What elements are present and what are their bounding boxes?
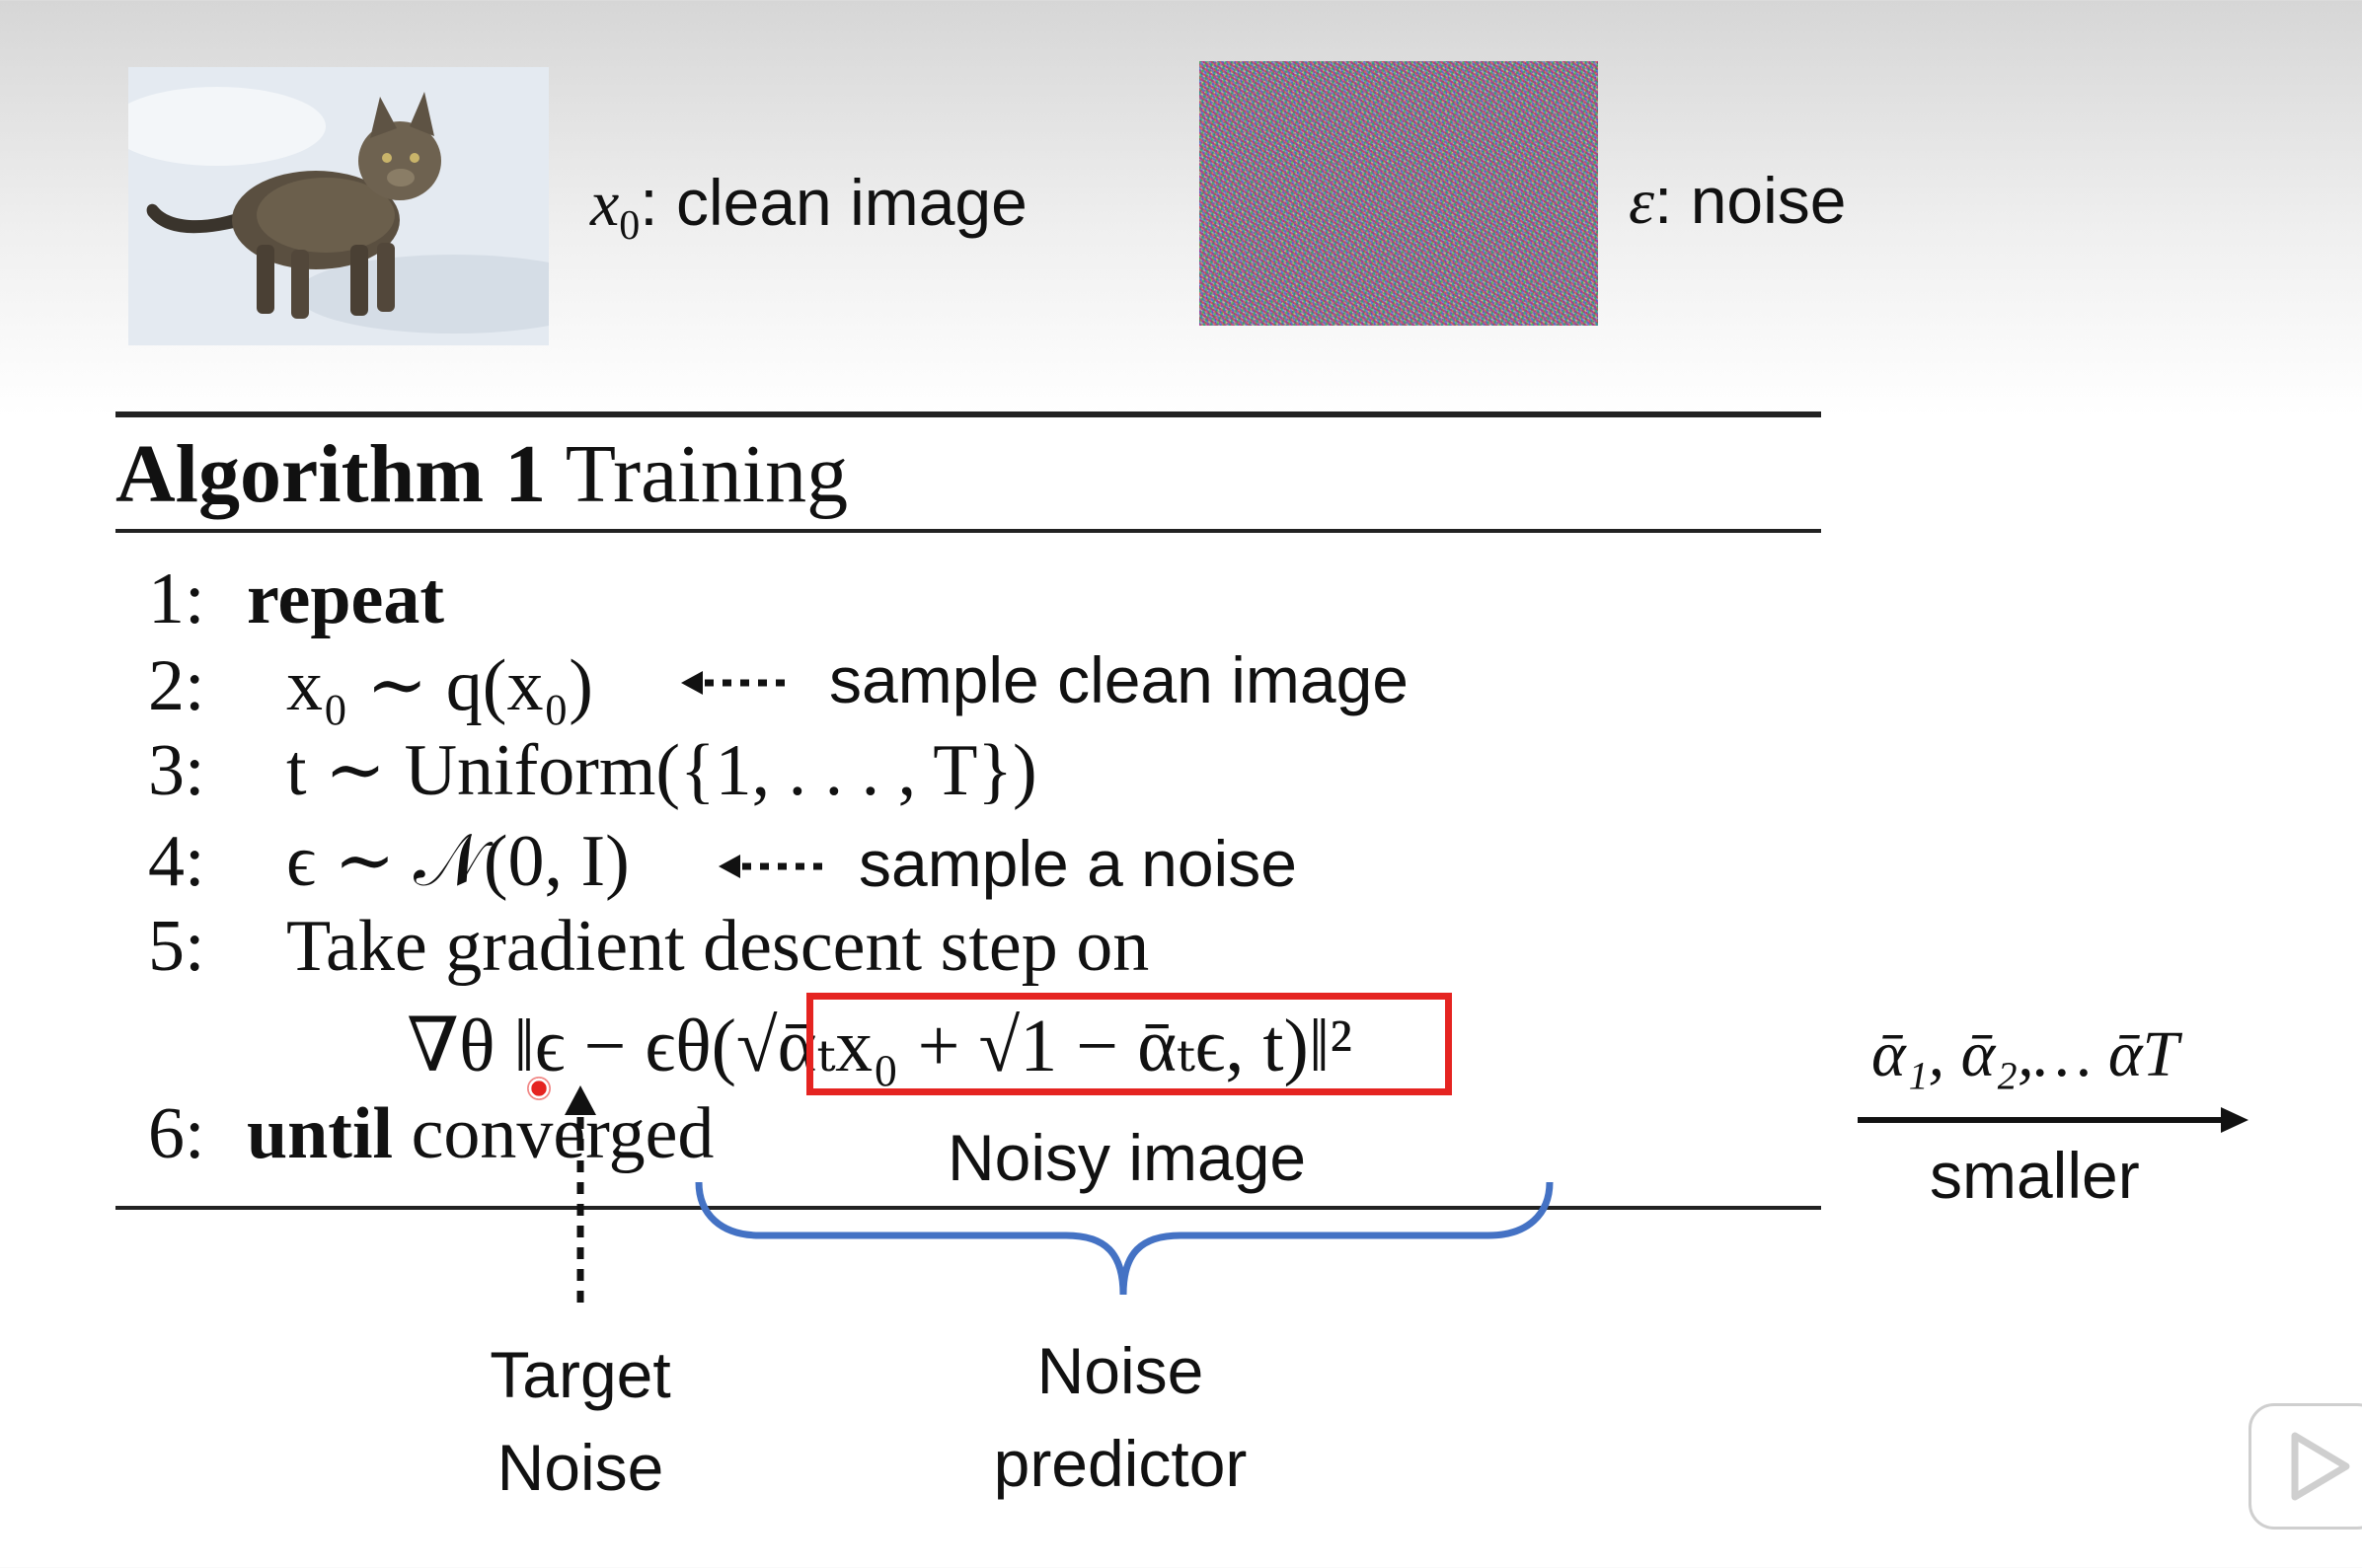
line-number: 2: (148, 645, 205, 726)
noise-label: : noise (1654, 164, 1847, 237)
title-rule (115, 529, 1821, 533)
algorithm-title: Algorithm 1 Training (115, 426, 848, 522)
play-icon (2291, 1432, 2350, 1501)
sample-noise-label: sample a noise (859, 827, 1297, 900)
noise-predictor-label: Noise predictor (948, 1338, 1293, 1496)
line-number: 4: (148, 821, 205, 902)
clean-image-sub: 0 (619, 203, 641, 250)
clean-image-caption: x0: clean image (590, 170, 1028, 247)
algo-line-4: 4: ϵ ∼ 𝒩(0, I) (148, 825, 630, 898)
alpha-sequence: ᾱ₁, ᾱ₂,… ᾱT (1871, 1020, 2178, 1087)
algo-line-2: 2: x₀ ∼ q(x₀) (148, 649, 593, 722)
noise-predictor-brace (695, 1181, 1554, 1296)
noise-predictor-line2: predictor (993, 1427, 1248, 1500)
noise-photo (1199, 61, 1598, 326)
noise-predictor-line1: Noise (1036, 1334, 1204, 1407)
algorithm-title-bold: Algorithm 1 (115, 428, 547, 520)
cat-illustration (128, 67, 549, 345)
line-number: 5: (148, 906, 205, 987)
formula-sample-t: t ∼ Uniform({1, . . . , T}) (286, 730, 1037, 811)
noise-var: ε (1629, 166, 1655, 238)
gradient-step-text: Take gradient descent step on (286, 906, 1150, 987)
algo-line-5: 5: Take gradient descent step on (148, 910, 1149, 983)
noise-caption: ε: noise (1629, 168, 1846, 235)
clean-image-var: x (590, 168, 620, 240)
right-arrow-icon (1858, 1107, 2248, 1133)
target-noise-label: Target Noise (482, 1342, 679, 1500)
keyword-repeat: repeat (247, 559, 444, 639)
target-noise-line2: Noise (496, 1431, 664, 1504)
algo-line-3: 3: t ∼ Uniform({1, . . . , T}) (148, 734, 1037, 807)
cursor-pointer (527, 1077, 551, 1100)
left-arrow-icon (681, 671, 788, 695)
sample-clean-image-label: sample clean image (829, 643, 1409, 716)
noisy-image-highlight-box (806, 993, 1452, 1095)
algo-line-1: 1: repeat (148, 562, 444, 635)
algorithm-title-rest: Training (565, 428, 849, 520)
formula-sample-x0: x₀ ∼ q(x₀) (286, 645, 593, 726)
line-number: 6: (148, 1093, 205, 1174)
up-arrow-icon (565, 1085, 596, 1310)
left-arrow-icon (719, 855, 825, 878)
line-number: 3: (148, 730, 205, 811)
algo-line-6: 6: until converged (148, 1097, 714, 1170)
clean-image-label: : clean image (640, 166, 1028, 239)
top-rule (115, 411, 1821, 417)
line-number: 1: (148, 559, 205, 639)
cat-photo (128, 67, 549, 345)
play-button[interactable] (2248, 1403, 2362, 1530)
target-noise-line1: Target (490, 1338, 671, 1411)
formula-sample-eps: ϵ ∼ 𝒩(0, I) (286, 821, 630, 902)
keyword-until: until (247, 1093, 394, 1174)
smaller-label: smaller (1930, 1139, 2140, 1212)
alpha-sequence-text: ᾱ₁, ᾱ₂,… ᾱT (1871, 1018, 2179, 1090)
